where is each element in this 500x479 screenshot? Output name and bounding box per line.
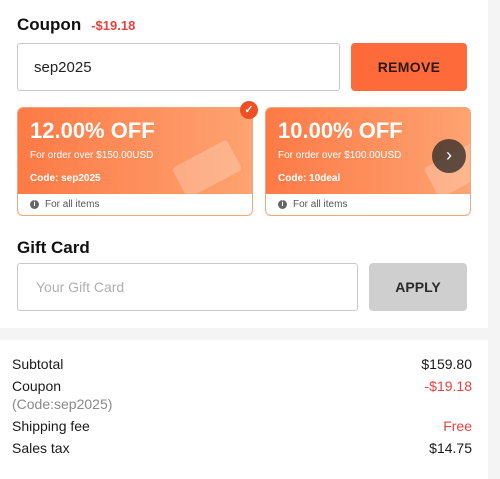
apply-gift-card-button[interactable]: APPLY bbox=[369, 263, 467, 311]
gift-card-input[interactable] bbox=[17, 263, 358, 311]
subtotal-label: Subtotal bbox=[12, 356, 64, 372]
subtotal-value: $159.80 bbox=[421, 356, 472, 372]
subtotal-row: Subtotal $159.80 bbox=[12, 356, 472, 372]
coupon-panel: Coupon -$19.18 REMOVE 12.00% OFF For ord… bbox=[0, 0, 488, 328]
ticket-icon bbox=[171, 139, 243, 194]
coupon-card-banner: 12.00% OFF For order over $150.00USD Cod… bbox=[18, 108, 252, 194]
coupon-scope-label: For all items bbox=[293, 199, 348, 210]
chevron-right-icon[interactable]: › bbox=[432, 139, 466, 173]
coupon-code-label: Code: 10deal bbox=[278, 173, 341, 184]
coupon-minimum-order: For order over $100.00USD bbox=[278, 150, 402, 161]
sales-tax-label: Sales tax bbox=[12, 440, 70, 456]
order-summary: Subtotal $159.80 Coupon -$19.18 (Code:se… bbox=[0, 340, 488, 479]
coupon-card[interactable]: 12.00% OFF For order over $150.00USD Cod… bbox=[17, 107, 253, 216]
coupon-title: Coupon bbox=[17, 15, 82, 34]
coupon-scope-label: For all items bbox=[45, 199, 100, 210]
info-icon: i bbox=[30, 200, 39, 209]
coupon-percent-off: 12.00% OFF bbox=[30, 118, 155, 143]
coupon-scope: i For all items bbox=[18, 194, 252, 215]
gift-card-title: Gift Card bbox=[17, 238, 90, 257]
sales-tax-value: $14.75 bbox=[429, 440, 472, 456]
check-icon: ✓ bbox=[240, 101, 258, 119]
coupon-discount-amount: -$19.18 bbox=[91, 18, 136, 33]
shipping-row: Shipping fee Free bbox=[12, 418, 472, 434]
remove-coupon-button[interactable]: REMOVE bbox=[351, 43, 467, 91]
coupon-scope: i For all items bbox=[266, 194, 470, 215]
coupon-percent-off: 10.00% OFF bbox=[278, 118, 403, 143]
sales-tax-row: Sales tax $14.75 bbox=[12, 440, 472, 456]
coupon-code-note: (Code:sep2025) bbox=[12, 396, 113, 412]
coupon-row: Coupon -$19.18 bbox=[12, 378, 472, 394]
coupon-summary-value: -$19.18 bbox=[424, 378, 472, 394]
coupon-summary-label: Coupon bbox=[12, 378, 62, 394]
shipping-label: Shipping fee bbox=[12, 418, 90, 434]
coupon-header: Coupon -$19.18 bbox=[17, 15, 135, 35]
coupon-code-input[interactable] bbox=[17, 43, 340, 91]
shipping-value: Free bbox=[443, 418, 472, 434]
info-icon: i bbox=[278, 200, 287, 209]
coupon-minimum-order: For order over $150.00USD bbox=[30, 150, 154, 161]
coupon-code-label: Code: sep2025 bbox=[30, 173, 101, 184]
